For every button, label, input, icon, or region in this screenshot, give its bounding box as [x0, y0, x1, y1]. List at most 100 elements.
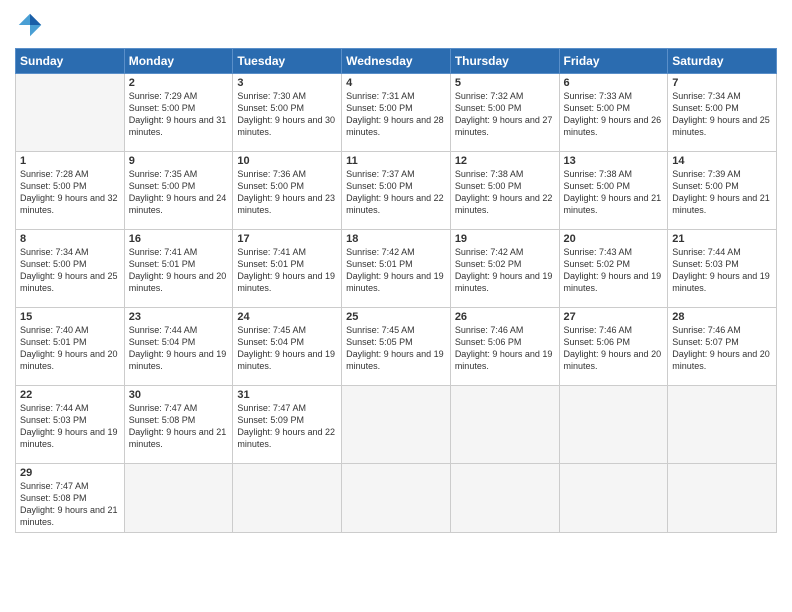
- day-number: 7: [672, 77, 772, 89]
- day-number: 24: [237, 311, 337, 323]
- calendar-cell: 23Sunrise: 7:44 AM Sunset: 5:04 PM Dayli…: [124, 308, 233, 386]
- calendar-header-row: SundayMondayTuesdayWednesdayThursdayFrid…: [16, 49, 777, 74]
- calendar-week-row: 15Sunrise: 7:40 AM Sunset: 5:01 PM Dayli…: [16, 308, 777, 386]
- calendar-cell: [16, 74, 125, 152]
- day-info: Sunrise: 7:37 AM Sunset: 5:00 PM Dayligh…: [346, 168, 446, 217]
- day-info: Sunrise: 7:47 AM Sunset: 5:09 PM Dayligh…: [237, 402, 337, 451]
- calendar-cell: 13Sunrise: 7:38 AM Sunset: 5:00 PM Dayli…: [559, 152, 668, 230]
- calendar-cell: 8Sunrise: 7:34 AM Sunset: 5:00 PM Daylig…: [16, 230, 125, 308]
- calendar-week-row: 29Sunrise: 7:47 AM Sunset: 5:08 PM Dayli…: [16, 464, 777, 533]
- day-info: Sunrise: 7:46 AM Sunset: 5:06 PM Dayligh…: [564, 324, 664, 373]
- day-info: Sunrise: 7:36 AM Sunset: 5:00 PM Dayligh…: [237, 168, 337, 217]
- day-info: Sunrise: 7:33 AM Sunset: 5:00 PM Dayligh…: [564, 90, 664, 139]
- day-info: Sunrise: 7:41 AM Sunset: 5:01 PM Dayligh…: [237, 246, 337, 295]
- calendar-cell: [668, 386, 777, 464]
- calendar-cell: 16Sunrise: 7:41 AM Sunset: 5:01 PM Dayli…: [124, 230, 233, 308]
- day-info: Sunrise: 7:45 AM Sunset: 5:05 PM Dayligh…: [346, 324, 446, 373]
- calendar-cell: 3Sunrise: 7:30 AM Sunset: 5:00 PM Daylig…: [233, 74, 342, 152]
- day-info: Sunrise: 7:32 AM Sunset: 5:00 PM Dayligh…: [455, 90, 555, 139]
- calendar-cell: 14Sunrise: 7:39 AM Sunset: 5:00 PM Dayli…: [668, 152, 777, 230]
- calendar-header-thursday: Thursday: [450, 49, 559, 74]
- calendar-header-saturday: Saturday: [668, 49, 777, 74]
- day-number: 26: [455, 311, 555, 323]
- day-number: 14: [672, 155, 772, 167]
- calendar-cell: [559, 464, 668, 533]
- day-number: 29: [20, 467, 120, 479]
- calendar-cell: 27Sunrise: 7:46 AM Sunset: 5:06 PM Dayli…: [559, 308, 668, 386]
- day-number: 17: [237, 233, 337, 245]
- page-container: SundayMondayTuesdayWednesdayThursdayFrid…: [0, 0, 792, 543]
- day-number: 2: [129, 77, 229, 89]
- day-number: 19: [455, 233, 555, 245]
- calendar-cell: 24Sunrise: 7:45 AM Sunset: 5:04 PM Dayli…: [233, 308, 342, 386]
- day-info: Sunrise: 7:47 AM Sunset: 5:08 PM Dayligh…: [20, 480, 120, 529]
- day-number: 21: [672, 233, 772, 245]
- calendar-header-wednesday: Wednesday: [342, 49, 451, 74]
- calendar-cell: [124, 464, 233, 533]
- day-number: 6: [564, 77, 664, 89]
- calendar-cell: [559, 386, 668, 464]
- day-number: 11: [346, 155, 446, 167]
- calendar-week-row: 8Sunrise: 7:34 AM Sunset: 5:00 PM Daylig…: [16, 230, 777, 308]
- calendar-cell: 5Sunrise: 7:32 AM Sunset: 5:00 PM Daylig…: [450, 74, 559, 152]
- calendar-week-row: 22Sunrise: 7:44 AM Sunset: 5:03 PM Dayli…: [16, 386, 777, 464]
- header: [15, 10, 777, 40]
- day-info: Sunrise: 7:43 AM Sunset: 5:02 PM Dayligh…: [564, 246, 664, 295]
- day-number: 10: [237, 155, 337, 167]
- day-info: Sunrise: 7:30 AM Sunset: 5:00 PM Dayligh…: [237, 90, 337, 139]
- calendar-cell: 29Sunrise: 7:47 AM Sunset: 5:08 PM Dayli…: [16, 464, 125, 533]
- calendar-cell: 11Sunrise: 7:37 AM Sunset: 5:00 PM Dayli…: [342, 152, 451, 230]
- day-info: Sunrise: 7:42 AM Sunset: 5:02 PM Dayligh…: [455, 246, 555, 295]
- day-number: 27: [564, 311, 664, 323]
- calendar-cell: [233, 464, 342, 533]
- calendar-cell: 21Sunrise: 7:44 AM Sunset: 5:03 PM Dayli…: [668, 230, 777, 308]
- day-number: 4: [346, 77, 446, 89]
- day-info: Sunrise: 7:40 AM Sunset: 5:01 PM Dayligh…: [20, 324, 120, 373]
- day-number: 31: [237, 389, 337, 401]
- calendar-cell: 22Sunrise: 7:44 AM Sunset: 5:03 PM Dayli…: [16, 386, 125, 464]
- day-number: 20: [564, 233, 664, 245]
- calendar-cell: 20Sunrise: 7:43 AM Sunset: 5:02 PM Dayli…: [559, 230, 668, 308]
- day-number: 16: [129, 233, 229, 245]
- calendar-table: SundayMondayTuesdayWednesdayThursdayFrid…: [15, 48, 777, 533]
- calendar-cell: [668, 464, 777, 533]
- calendar-header-monday: Monday: [124, 49, 233, 74]
- calendar-cell: 9Sunrise: 7:35 AM Sunset: 5:00 PM Daylig…: [124, 152, 233, 230]
- day-info: Sunrise: 7:28 AM Sunset: 5:00 PM Dayligh…: [20, 168, 120, 217]
- day-number: 25: [346, 311, 446, 323]
- day-number: 5: [455, 77, 555, 89]
- day-number: 30: [129, 389, 229, 401]
- calendar-cell: 26Sunrise: 7:46 AM Sunset: 5:06 PM Dayli…: [450, 308, 559, 386]
- calendar-cell: 19Sunrise: 7:42 AM Sunset: 5:02 PM Dayli…: [450, 230, 559, 308]
- day-info: Sunrise: 7:34 AM Sunset: 5:00 PM Dayligh…: [20, 246, 120, 295]
- calendar-cell: 6Sunrise: 7:33 AM Sunset: 5:00 PM Daylig…: [559, 74, 668, 152]
- day-info: Sunrise: 7:38 AM Sunset: 5:00 PM Dayligh…: [564, 168, 664, 217]
- calendar-cell: 28Sunrise: 7:46 AM Sunset: 5:07 PM Dayli…: [668, 308, 777, 386]
- day-number: 3: [237, 77, 337, 89]
- calendar-cell: 17Sunrise: 7:41 AM Sunset: 5:01 PM Dayli…: [233, 230, 342, 308]
- day-info: Sunrise: 7:38 AM Sunset: 5:00 PM Dayligh…: [455, 168, 555, 217]
- calendar-cell: 2Sunrise: 7:29 AM Sunset: 5:00 PM Daylig…: [124, 74, 233, 152]
- calendar-cell: [450, 464, 559, 533]
- day-info: Sunrise: 7:47 AM Sunset: 5:08 PM Dayligh…: [129, 402, 229, 451]
- day-number: 12: [455, 155, 555, 167]
- calendar-cell: [342, 464, 451, 533]
- day-number: 22: [20, 389, 120, 401]
- day-number: 15: [20, 311, 120, 323]
- calendar-cell: 25Sunrise: 7:45 AM Sunset: 5:05 PM Dayli…: [342, 308, 451, 386]
- day-number: 13: [564, 155, 664, 167]
- day-info: Sunrise: 7:44 AM Sunset: 5:03 PM Dayligh…: [20, 402, 120, 451]
- calendar-cell: [450, 386, 559, 464]
- calendar-cell: 4Sunrise: 7:31 AM Sunset: 5:00 PM Daylig…: [342, 74, 451, 152]
- calendar-header-friday: Friday: [559, 49, 668, 74]
- day-info: Sunrise: 7:29 AM Sunset: 5:00 PM Dayligh…: [129, 90, 229, 139]
- calendar-cell: 18Sunrise: 7:42 AM Sunset: 5:01 PM Dayli…: [342, 230, 451, 308]
- calendar-header-tuesday: Tuesday: [233, 49, 342, 74]
- logo: [15, 10, 49, 40]
- calendar-cell: [342, 386, 451, 464]
- calendar-cell: 7Sunrise: 7:34 AM Sunset: 5:00 PM Daylig…: [668, 74, 777, 152]
- calendar-cell: 12Sunrise: 7:38 AM Sunset: 5:00 PM Dayli…: [450, 152, 559, 230]
- calendar-cell: 15Sunrise: 7:40 AM Sunset: 5:01 PM Dayli…: [16, 308, 125, 386]
- day-number: 23: [129, 311, 229, 323]
- day-number: 9: [129, 155, 229, 167]
